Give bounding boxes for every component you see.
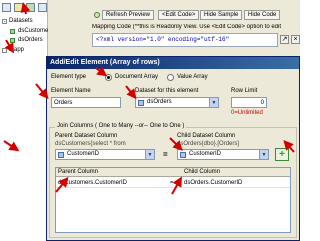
- annotation-arrows: [3, 2, 295, 195]
- arrow-grid-row: [55, 176, 69, 193]
- arrow-doc-array: [95, 66, 108, 77]
- arrow-child-column: [169, 137, 183, 151]
- arrow-element-name: [35, 83, 49, 100]
- arrow-add-button: [283, 140, 295, 153]
- arrow-mapping: [4, 39, 15, 54]
- arrow-parent-column: [3, 140, 20, 152]
- arrow-dataset: [125, 85, 137, 100]
- arrow-toolbar: [20, 2, 31, 15]
- arrow-grid-row-child: [171, 176, 182, 195]
